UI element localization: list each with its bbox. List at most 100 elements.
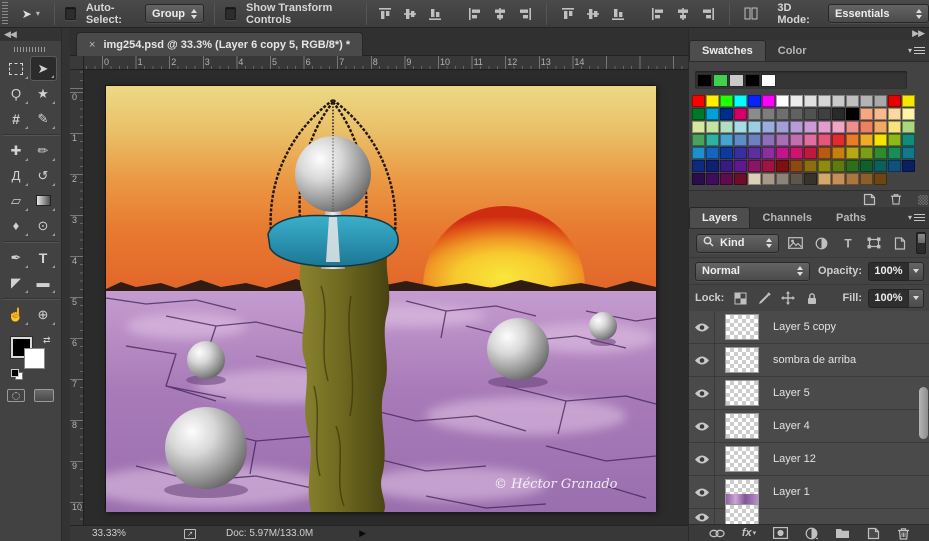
color-swatch[interactable] xyxy=(902,121,915,133)
color-swatch[interactable] xyxy=(706,147,719,159)
new-group-icon[interactable] xyxy=(835,527,850,539)
color-swatch[interactable] xyxy=(832,173,845,185)
recent-swatch[interactable] xyxy=(697,73,712,87)
color-swatch[interactable] xyxy=(790,147,803,159)
layer-row[interactable]: Layer 5 xyxy=(689,377,929,410)
color-swatch[interactable] xyxy=(720,95,733,107)
auto-align-layers-icon[interactable] xyxy=(743,6,759,21)
lock-all-icon[interactable] xyxy=(804,290,820,306)
color-swatch[interactable] xyxy=(832,147,845,159)
color-swatch[interactable] xyxy=(720,147,733,159)
color-swatch[interactable] xyxy=(706,108,719,120)
color-swatch[interactable] xyxy=(818,95,831,107)
filter-toggle-switch[interactable] xyxy=(916,232,926,254)
align-right-edges-icon[interactable] xyxy=(517,6,533,21)
color-swatch[interactable] xyxy=(860,160,873,172)
color-swatch[interactable] xyxy=(888,134,901,146)
color-swatch[interactable] xyxy=(776,134,789,146)
layer-visibility-toggle[interactable] xyxy=(689,311,715,343)
default-colors-icon[interactable] xyxy=(10,369,23,380)
color-swatch[interactable] xyxy=(888,160,901,172)
color-swatch[interactable] xyxy=(902,108,915,120)
color-swatch[interactable] xyxy=(720,173,733,185)
collapse-panel-icon[interactable]: ◀◀ xyxy=(0,28,61,41)
layer-name[interactable]: Layer 4 xyxy=(773,420,810,432)
color-swatch[interactable] xyxy=(706,95,719,107)
layers-tab-layers[interactable]: Layers xyxy=(689,207,751,228)
swap-colors-icon[interactable]: ⇄ xyxy=(43,335,51,346)
distribute-left-edges-icon[interactable] xyxy=(650,6,666,21)
rectangular-marquee-tool[interactable] xyxy=(3,56,30,81)
type-layer-filter-icon[interactable]: T xyxy=(838,234,857,252)
color-swatch[interactable] xyxy=(734,173,747,185)
color-swatch[interactable] xyxy=(720,121,733,133)
recent-swatch[interactable] xyxy=(713,73,728,87)
layer-mask-icon[interactable] xyxy=(773,527,789,539)
color-swatch[interactable] xyxy=(692,160,705,172)
color-swatch[interactable] xyxy=(720,160,733,172)
color-swatch[interactable] xyxy=(846,147,859,159)
color-swatch[interactable] xyxy=(790,121,803,133)
current-tool-button[interactable]: ➤ ▾ xyxy=(18,7,44,21)
show-transform-checkbox[interactable] xyxy=(225,7,237,20)
color-swatch[interactable] xyxy=(720,108,733,120)
color-swatch[interactable] xyxy=(748,134,761,146)
color-swatch[interactable] xyxy=(748,108,761,120)
color-swatch[interactable] xyxy=(804,147,817,159)
eraser-tool[interactable]: ▱ xyxy=(3,188,30,213)
color-swatch[interactable] xyxy=(860,108,873,120)
align-top-edges-icon[interactable] xyxy=(377,6,393,21)
filter-kind-dropdown[interactable]: Kind xyxy=(696,233,780,253)
gradient-tool[interactable] xyxy=(30,188,57,213)
brush-tool[interactable]: ✏ xyxy=(30,138,57,163)
color-swatch[interactable] xyxy=(776,108,789,120)
layers-tab-channels[interactable]: Channels xyxy=(750,207,824,228)
path-selection-tool[interactable]: ◤ xyxy=(3,270,30,295)
quick-mask-button[interactable] xyxy=(7,389,25,402)
layer-thumbnail[interactable] xyxy=(725,380,759,406)
color-swatch[interactable] xyxy=(720,134,733,146)
color-swatch[interactable] xyxy=(874,160,887,172)
auto-select-checkbox[interactable] xyxy=(64,7,76,20)
document-tab[interactable]: × img254.psd @ 33.3% (Layer 6 copy 5, RG… xyxy=(76,32,364,56)
background-color-swatch[interactable] xyxy=(23,348,45,369)
hand-tool[interactable]: ☝ xyxy=(3,302,30,327)
recent-swatch[interactable] xyxy=(729,73,744,87)
color-swatch[interactable] xyxy=(692,121,705,133)
color-swatch[interactable] xyxy=(874,134,887,146)
color-swatch[interactable] xyxy=(692,95,705,107)
color-swatch[interactable] xyxy=(790,173,803,185)
layer-row[interactable] xyxy=(689,504,929,524)
color-swatch[interactable] xyxy=(804,95,817,107)
move-tool[interactable]: ➤ xyxy=(29,56,57,81)
color-swatch[interactable] xyxy=(706,173,719,185)
color-swatch[interactable] xyxy=(832,95,845,107)
color-swatch[interactable] xyxy=(748,95,761,107)
color-swatch[interactable] xyxy=(748,160,761,172)
color-swatch[interactable] xyxy=(902,160,915,172)
color-swatch[interactable] xyxy=(734,108,747,120)
color-swatch[interactable] xyxy=(692,108,705,120)
color-swatch[interactable] xyxy=(874,147,887,159)
color-swatch[interactable] xyxy=(860,134,873,146)
link-layers-icon[interactable] xyxy=(709,529,725,538)
collapse-dock-icon[interactable]: ▶▶ xyxy=(689,28,929,40)
scrollbar-thumb[interactable] xyxy=(919,387,928,439)
color-swatch[interactable] xyxy=(902,134,915,146)
swatches-tab-swatches[interactable]: Swatches xyxy=(689,40,766,61)
blend-mode-dropdown[interactable]: Normal xyxy=(695,261,810,281)
layer-visibility-toggle[interactable] xyxy=(689,344,715,376)
panel-menu-icon[interactable] xyxy=(908,45,925,56)
chevron-down-icon[interactable] xyxy=(908,261,924,281)
color-swatch[interactable] xyxy=(804,160,817,172)
color-swatch[interactable] xyxy=(846,108,859,120)
layer-row[interactable]: Layer 5 copy xyxy=(689,311,929,344)
align-horizontal-centers-icon[interactable] xyxy=(492,6,508,21)
color-swatch[interactable] xyxy=(762,160,775,172)
color-swatch[interactable] xyxy=(874,173,887,185)
recent-swatch[interactable] xyxy=(761,73,776,87)
color-swatch[interactable] xyxy=(790,95,803,107)
layer-visibility-toggle[interactable] xyxy=(689,410,715,442)
color-swatch[interactable] xyxy=(762,147,775,159)
opacity-field[interactable]: 100% xyxy=(868,261,924,281)
